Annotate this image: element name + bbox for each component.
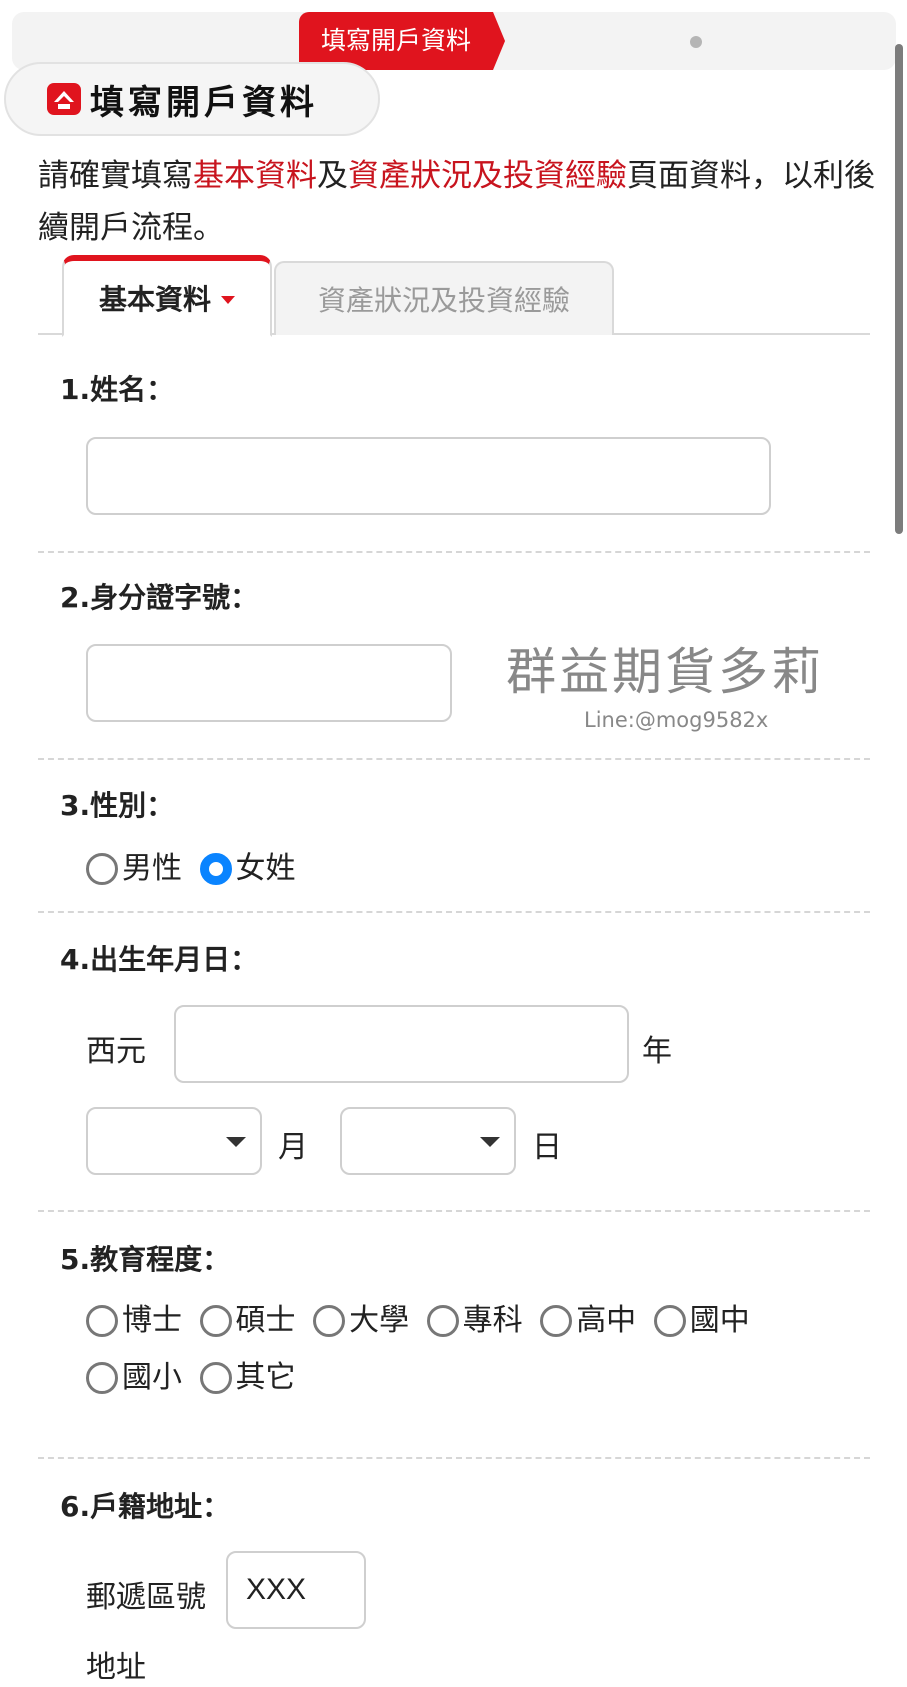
tab-basic-info[interactable]: 基本資料: [62, 255, 272, 337]
edu-option-juniorhigh[interactable]: 國中: [653, 1296, 750, 1346]
radio-button[interactable]: [199, 1305, 232, 1337]
gender-label: 3.性別：: [60, 789, 175, 822]
gender-options: 男性 女姓: [86, 844, 304, 901]
radio-button[interactable]: [426, 1305, 459, 1337]
divider: [38, 551, 870, 553]
dropdown-arrow-icon: [480, 1137, 500, 1147]
intro-link-assets: 資產狀況及投資經驗: [348, 158, 627, 194]
radio-button[interactable]: [199, 1362, 232, 1394]
birth-month-select[interactable]: [86, 1107, 262, 1175]
zip-input[interactable]: XXX: [226, 1551, 366, 1629]
scrollbar[interactable]: [895, 44, 903, 534]
id-label: 2.身分證字號：: [60, 581, 259, 614]
watermark-text: 群益期貨多莉: [506, 643, 824, 701]
intro-link-basic: 基本資料: [193, 158, 317, 194]
education-options: 博士 碩士 大學 專科 高中 國中 國小 其它: [86, 1296, 826, 1410]
id-input[interactable]: [86, 644, 452, 722]
radio-button[interactable]: [86, 1362, 118, 1394]
page-title: 填寫開戶資料: [90, 82, 318, 123]
divider: [38, 1457, 870, 1459]
gender-male-option[interactable]: 男性: [86, 844, 182, 894]
radio-button[interactable]: [86, 853, 118, 885]
page-title-pill: 填寫開戶資料: [4, 62, 380, 136]
form-tabs: 基本資料 資產狀況及投資經驗: [38, 255, 870, 337]
address-label: 6.戶籍地址：: [60, 1490, 231, 1523]
era-label: 西元: [86, 1034, 146, 1069]
edu-option-master[interactable]: 碩士: [199, 1296, 296, 1346]
year-suffix: 年: [642, 1034, 672, 1069]
name-input[interactable]: [86, 437, 771, 515]
edu-option-college[interactable]: 專科: [426, 1296, 523, 1346]
watermark-line-id: Line:@mog9582x: [584, 708, 769, 732]
divider: [38, 758, 870, 760]
month-suffix: 月: [278, 1130, 308, 1165]
day-suffix: 日: [532, 1130, 562, 1165]
address-line-label: 地址: [86, 1650, 146, 1685]
divider: [38, 911, 870, 913]
radio-button-checked[interactable]: [199, 853, 232, 885]
capital-logo-icon: [46, 82, 82, 116]
edu-option-other[interactable]: 其它: [199, 1353, 296, 1403]
gender-female-option[interactable]: 女姓: [199, 844, 296, 894]
edu-option-highschool[interactable]: 高中: [540, 1296, 636, 1346]
name-label: 1.姓名：: [60, 373, 175, 406]
tab-assets-experience[interactable]: 資產狀況及投資經驗: [274, 261, 614, 335]
radio-button[interactable]: [86, 1305, 118, 1337]
step-next-dot: [690, 36, 702, 48]
radio-button[interactable]: [540, 1305, 573, 1337]
dropdown-arrow-icon: [226, 1137, 246, 1147]
birthdate-label: 4.出生年月日：: [60, 943, 259, 976]
birth-day-select[interactable]: [340, 1107, 516, 1175]
intro-text: 請確實填寫基本資料及資產狀況及投資經驗頁面資料，以利後續開戶流程。: [38, 158, 875, 246]
education-label: 5.教育程度：: [60, 1243, 231, 1276]
edu-option-elementary[interactable]: 國小: [86, 1353, 182, 1403]
divider: [38, 1210, 870, 1212]
radio-button[interactable]: [313, 1305, 346, 1337]
birth-year-input[interactable]: [174, 1005, 629, 1083]
caret-down-icon: [221, 296, 235, 304]
edu-option-university[interactable]: 大學: [313, 1296, 409, 1346]
edu-option-phd[interactable]: 博士: [86, 1296, 182, 1346]
radio-button[interactable]: [653, 1305, 686, 1337]
zip-label: 郵遞區號: [86, 1580, 206, 1615]
